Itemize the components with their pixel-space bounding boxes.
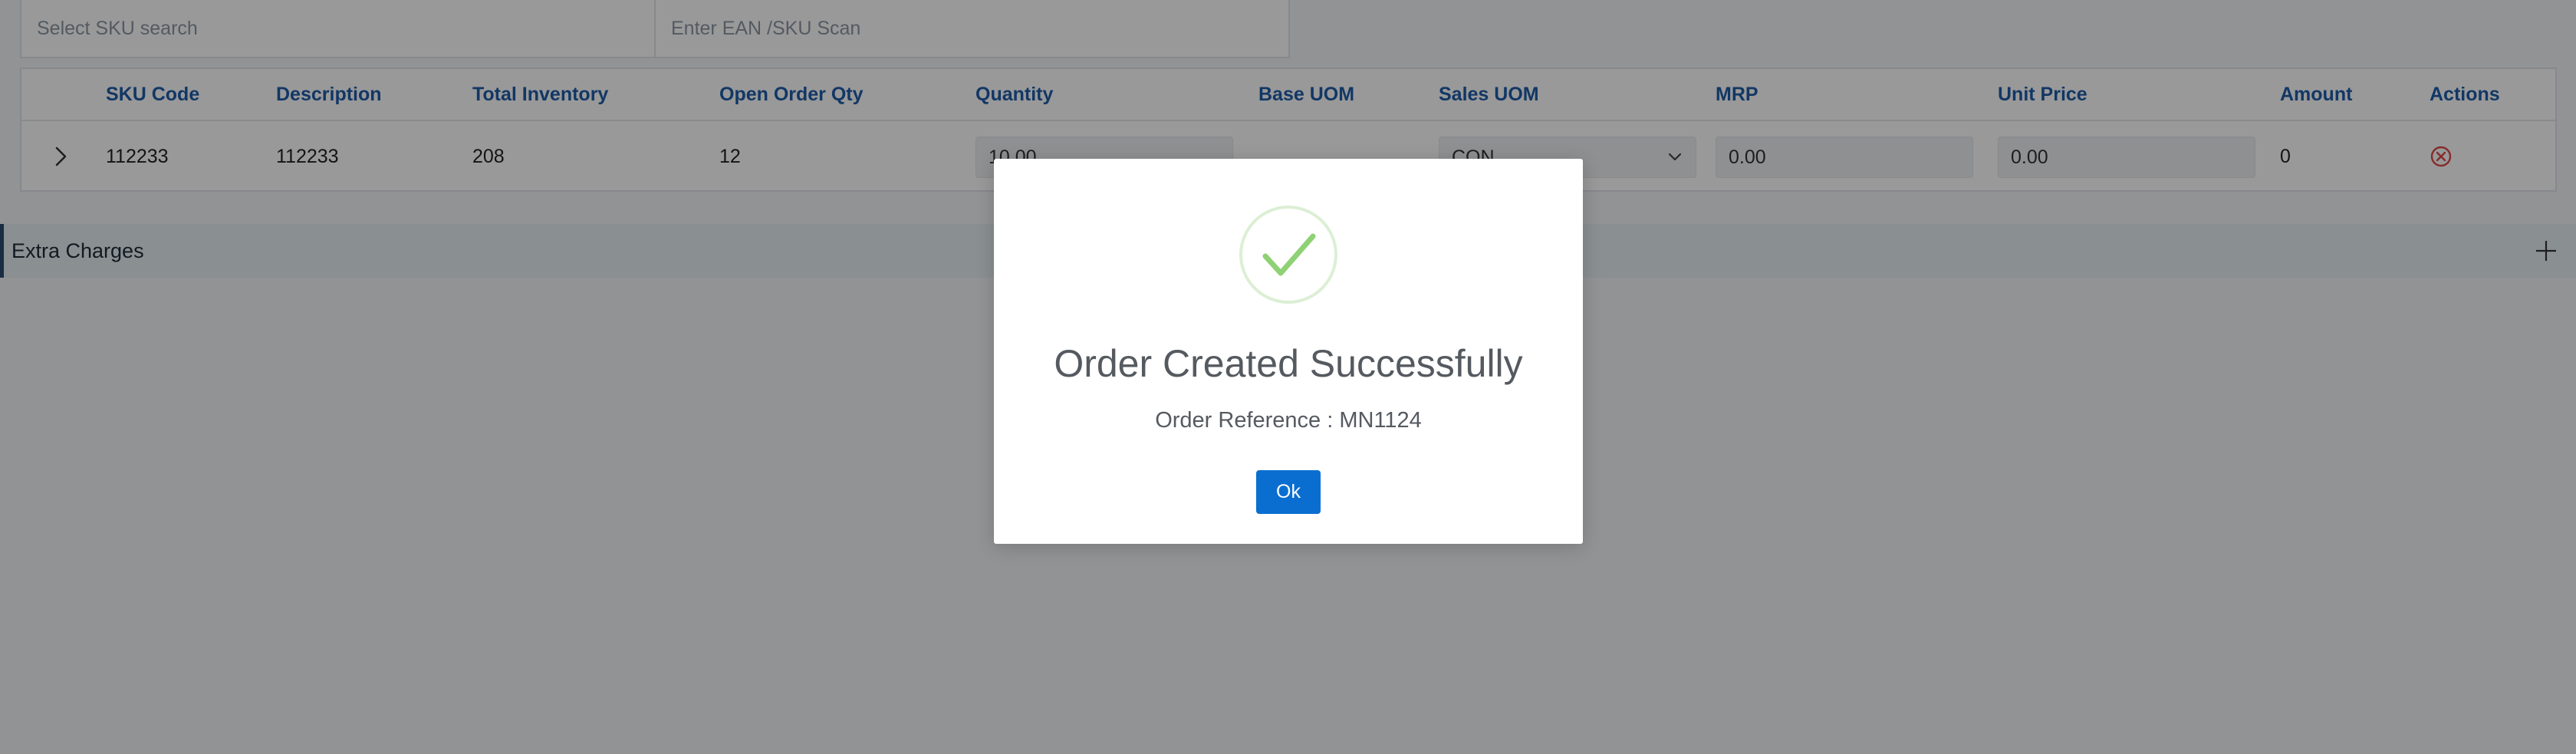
dialog-title: Order Created Successfully [1054,342,1523,385]
success-dialog: Order Created Successfully Order Referen… [994,159,1583,544]
order-reference: Order Reference : MN1124 [1155,408,1422,433]
ok-button[interactable]: Ok [1256,470,1321,514]
check-circle-icon [1239,206,1337,304]
